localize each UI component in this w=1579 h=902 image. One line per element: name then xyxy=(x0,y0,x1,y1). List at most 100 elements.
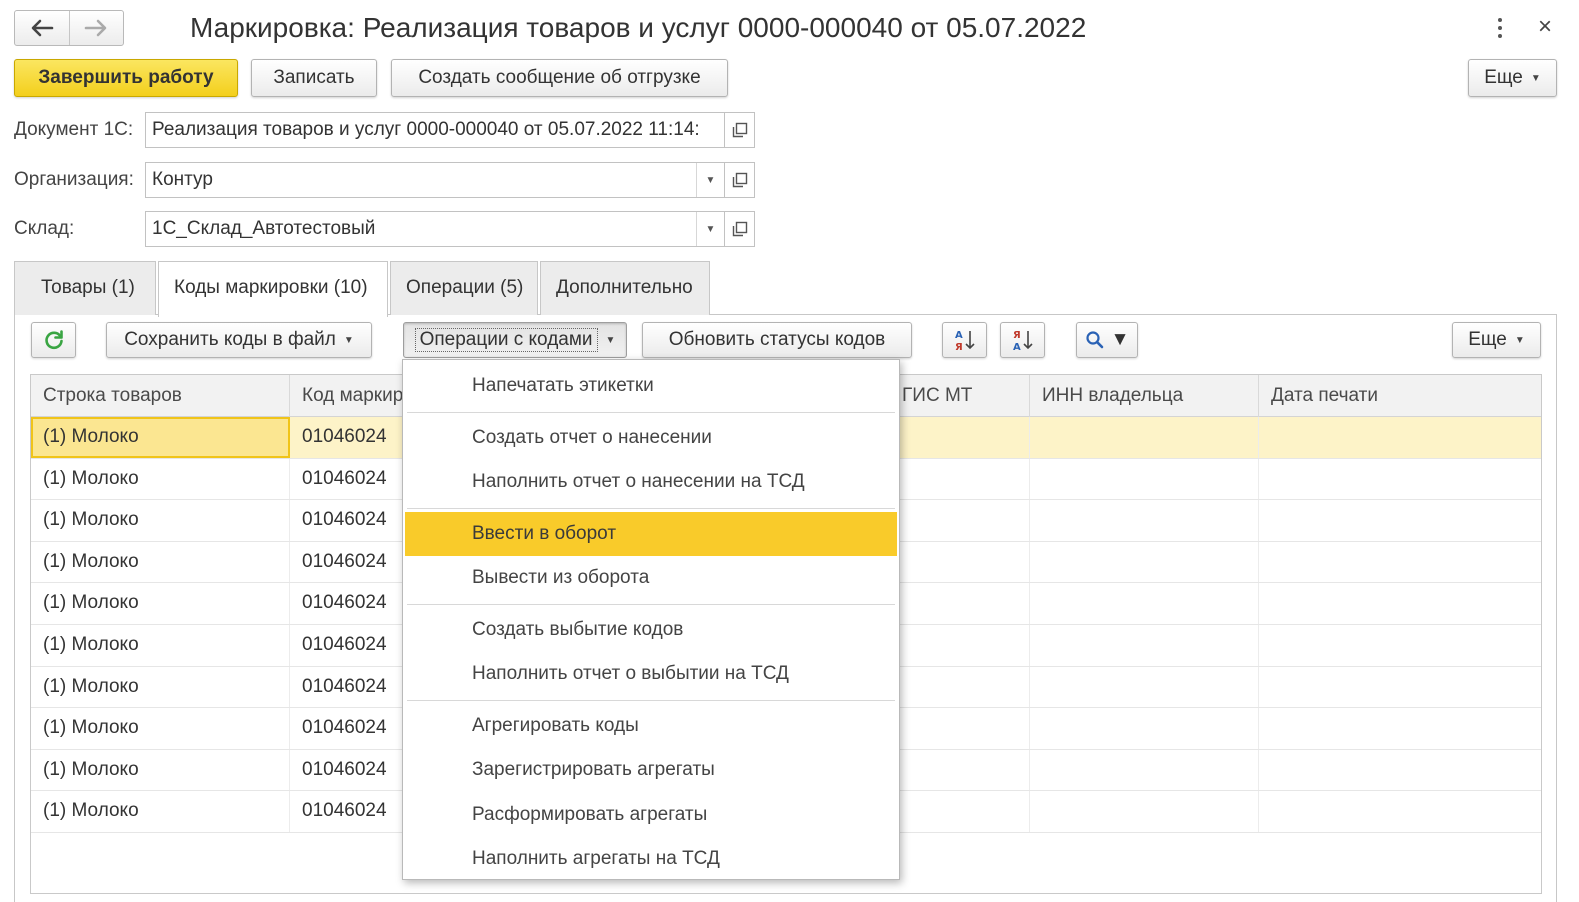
open-warehouse-button[interactable] xyxy=(725,211,755,247)
warehouse-field[interactable]: 1С_Склад_Автотестовый ▼ xyxy=(145,211,725,247)
forward-button[interactable] xyxy=(68,11,124,45)
more-options-icon[interactable] xyxy=(1490,14,1510,42)
save-codes-to-file-button[interactable]: Сохранить коды в файл ▼ xyxy=(106,322,372,358)
sort-descending-icon: Я A xyxy=(1013,330,1033,353)
open-organization-button[interactable] xyxy=(725,162,755,198)
search-button[interactable]: ▼ xyxy=(1076,322,1138,358)
chevron-down-icon: ▼ xyxy=(605,334,616,346)
chevron-down-icon[interactable]: ▼ xyxy=(696,163,724,197)
menu-item[interactable]: Расформировать агрегаты xyxy=(405,793,897,838)
window-title: Маркировка: Реализация товаров и услуг 0… xyxy=(190,12,1087,43)
print-date-cell[interactable] xyxy=(1259,791,1541,832)
menu-item[interactable]: Наполнить отчет о выбытии на ТСД xyxy=(405,652,897,697)
owner-inn-cell[interactable] xyxy=(1030,458,1259,500)
warehouse-label: Склад: xyxy=(14,218,75,239)
product-line-cell[interactable]: (1) Молоко xyxy=(31,666,290,708)
menu-item[interactable]: Наполнить агрегаты на ТСД xyxy=(405,837,897,882)
owner-inn-cell[interactable] xyxy=(1030,791,1259,832)
search-icon xyxy=(1085,331,1103,349)
tab-operations[interactable]: Операции (5) xyxy=(390,261,538,315)
print-date-cell[interactable] xyxy=(1259,417,1541,458)
refresh-icon xyxy=(44,330,63,350)
column-header[interactable]: Строка товаров xyxy=(31,375,290,417)
owner-inn-cell[interactable] xyxy=(1030,749,1259,791)
owner-inn-cell[interactable] xyxy=(1030,708,1259,749)
organization-value: Контур xyxy=(152,169,213,190)
menu-separator xyxy=(407,507,895,509)
save-codes-label: Сохранить коды в файл xyxy=(124,329,336,350)
print-date-cell[interactable] xyxy=(1259,542,1541,583)
back-button[interactable] xyxy=(15,11,69,45)
sort-descending-button[interactable]: Я A xyxy=(1000,322,1045,358)
sort-ascending-icon: A Я xyxy=(955,330,975,353)
tab-additional[interactable]: Дополнительно xyxy=(540,261,710,315)
code-operations-button[interactable]: Операции с кодами ▼ xyxy=(403,322,627,358)
update-code-statuses-button[interactable]: Обновить статусы кодов xyxy=(642,322,912,358)
codes-more-label: Еще xyxy=(1468,329,1507,350)
column-header[interactable]: Дата печати xyxy=(1259,375,1541,417)
menu-separator xyxy=(407,411,895,413)
arrow-left-icon xyxy=(31,19,54,37)
owner-inn-cell[interactable] xyxy=(1030,666,1259,708)
menu-separator xyxy=(407,699,895,701)
product-line-cell[interactable]: (1) Молоко xyxy=(31,500,290,541)
chevron-down-icon[interactable]: ▼ xyxy=(696,212,724,246)
arrow-right-icon xyxy=(84,19,107,37)
product-line-cell[interactable]: (1) Молоко xyxy=(31,749,290,791)
owner-inn-cell[interactable] xyxy=(1030,541,1259,583)
organization-label: Организация: xyxy=(14,169,134,190)
document-field[interactable]: Реализация товаров и услуг 0000-000040 о… xyxy=(145,112,725,148)
menu-item[interactable]: Наполнить отчет о нанесении на ТСД xyxy=(405,460,897,505)
print-date-cell[interactable] xyxy=(1259,750,1541,791)
menu-item[interactable]: Ввести в оборот xyxy=(405,511,897,556)
menu-item[interactable]: Создать отчет о нанесении xyxy=(405,416,897,461)
print-date-cell[interactable] xyxy=(1259,708,1541,749)
product-line-cell[interactable]: (1) Молоко xyxy=(31,708,290,749)
svg-text:A: A xyxy=(955,330,963,341)
menu-item[interactable]: Вывести из оборота xyxy=(405,556,897,601)
create-shipment-message-button[interactable]: Создать сообщение об отгрузке xyxy=(391,59,728,97)
product-line-cell[interactable]: (1) Молоко xyxy=(31,791,290,832)
print-date-cell[interactable] xyxy=(1259,625,1541,666)
close-icon[interactable]: × xyxy=(1533,12,1557,42)
owner-inn-cell[interactable] xyxy=(1030,500,1259,541)
organization-field[interactable]: Контур ▼ xyxy=(145,162,725,198)
history-nav xyxy=(14,10,124,46)
sort-ascending-button[interactable]: A Я xyxy=(942,322,987,358)
menu-item[interactable]: Создать выбытие кодов xyxy=(405,608,897,653)
document-label: Документ 1С: xyxy=(14,119,134,140)
chevron-down-icon: ▼ xyxy=(343,334,354,346)
product-line-cell[interactable]: (1) Молоко xyxy=(31,541,290,583)
codes-more-button[interactable]: Еще ▼ xyxy=(1452,322,1541,358)
open-document-button[interactable] xyxy=(725,112,755,148)
owner-inn-cell[interactable] xyxy=(1030,624,1259,666)
tab-goods[interactable]: Товары (1) xyxy=(14,261,156,315)
more-button[interactable]: Еще ▼ xyxy=(1468,59,1557,97)
print-date-cell[interactable] xyxy=(1259,459,1541,500)
product-line-cell[interactable]: (1) Молоко xyxy=(31,583,290,624)
refresh-button[interactable] xyxy=(31,322,76,358)
svg-text:Я: Я xyxy=(1013,330,1021,341)
open-icon xyxy=(732,221,747,237)
product-line-cell[interactable]: (1) Молоко xyxy=(31,417,290,458)
menu-separator xyxy=(407,603,895,605)
owner-inn-cell[interactable] xyxy=(1030,583,1259,624)
open-icon xyxy=(732,122,747,138)
menu-item[interactable]: Зарегистрировать агрегаты xyxy=(405,748,897,793)
column-header[interactable]: ИНН владельца xyxy=(1030,375,1259,417)
tab-marking-codes[interactable]: Коды маркировки (10) xyxy=(158,261,388,317)
save-button[interactable]: Записать xyxy=(251,59,377,97)
product-line-cell[interactable]: (1) Молоко xyxy=(31,458,290,500)
menu-item[interactable]: Напечатать этикетки xyxy=(405,364,897,409)
owner-inn-cell[interactable] xyxy=(1030,417,1259,458)
more-button-label: Еще xyxy=(1484,67,1523,88)
print-date-cell[interactable] xyxy=(1259,583,1541,624)
svg-text:A: A xyxy=(1013,342,1021,353)
print-date-cell[interactable] xyxy=(1259,667,1541,708)
chevron-down-icon: ▼ xyxy=(1514,334,1525,346)
menu-item[interactable]: Агрегировать коды xyxy=(405,704,897,749)
finish-work-button[interactable]: Завершить работу xyxy=(14,59,238,97)
tab-bar: Товары (1) Коды маркировки (10) Операции… xyxy=(14,261,712,317)
product-line-cell[interactable]: (1) Молоко xyxy=(31,624,290,666)
print-date-cell[interactable] xyxy=(1259,500,1541,541)
